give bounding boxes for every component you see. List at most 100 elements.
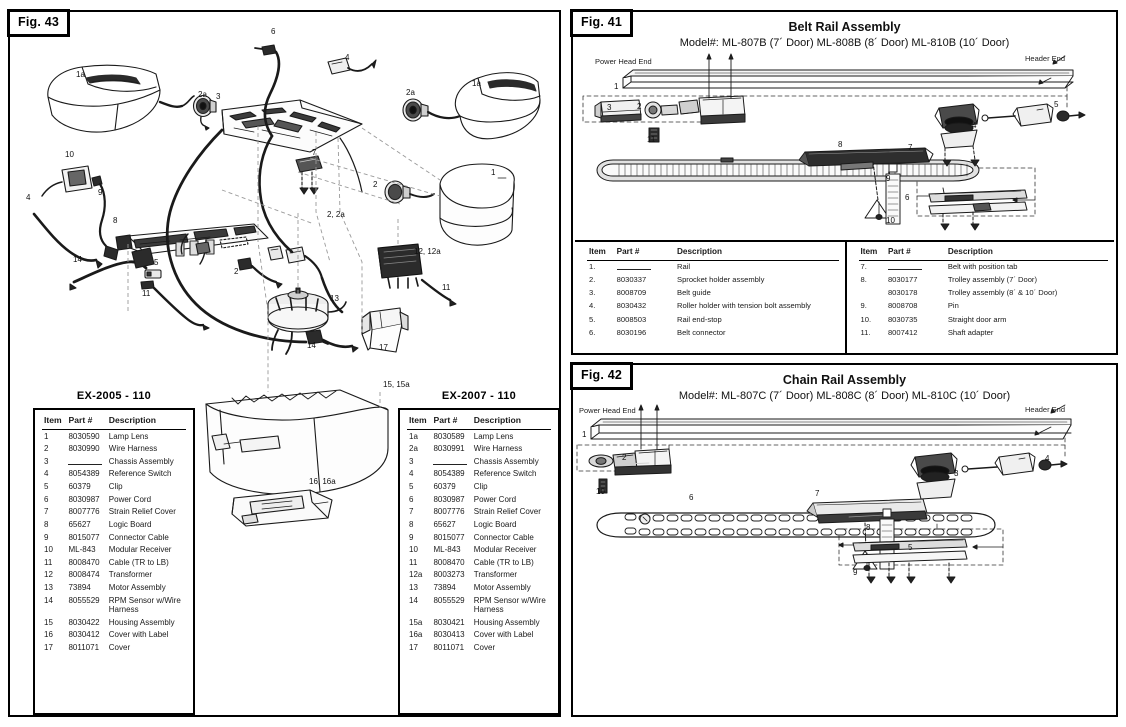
table-row: 5 60379 Clip bbox=[42, 481, 186, 494]
cell-description: Logic Board bbox=[108, 519, 152, 529]
cell-description: Trolley assembly (7´ Door) bbox=[947, 275, 1037, 285]
cell-item: 13 bbox=[409, 583, 418, 593]
cell-part: 8030178 bbox=[887, 288, 918, 298]
part-callout-2: 2 bbox=[373, 180, 378, 189]
cell-description: Lamp Lens bbox=[108, 431, 149, 441]
cell-description: Sprocket holder assembly bbox=[677, 275, 765, 285]
table-row: 11. 8007412 Shaft adapter bbox=[859, 326, 1109, 339]
cell-description: Rail end-stop bbox=[677, 314, 722, 324]
part-callout-10: 10 bbox=[886, 216, 895, 225]
cell-part: 8030987 bbox=[433, 494, 465, 504]
part-callout-16-16a: 16, 16a bbox=[309, 477, 336, 486]
cell-part: 8011071 bbox=[68, 643, 100, 653]
cell-item: 3 bbox=[44, 456, 49, 466]
part-callout-5: 5 bbox=[908, 543, 913, 552]
cell-description: Reference Switch bbox=[473, 469, 537, 479]
cell-description: Chassis Assembly bbox=[108, 456, 174, 466]
cell-item: 16a bbox=[409, 630, 423, 640]
cell-part: 8030987 bbox=[68, 494, 100, 504]
table-row: 1 8030590 Lamp Lens bbox=[42, 430, 186, 443]
cell-item: 2 bbox=[44, 444, 49, 454]
cell-part: 8015077 bbox=[433, 532, 465, 542]
table-row: 12 8008474 Transformer bbox=[42, 569, 186, 582]
cell-part: 8030337 bbox=[616, 275, 647, 285]
cell-description: Motor Assembly bbox=[108, 583, 166, 593]
part-callout-17: 17 bbox=[379, 343, 388, 352]
table-row: 7 8007776 Strain Relief Cover bbox=[42, 506, 186, 519]
part-callout-11: 11 bbox=[647, 135, 656, 144]
no-part-number-dash bbox=[433, 463, 468, 465]
belt-parts-table-left: Item Part # Description 1. Rail 2. 8030337 S… bbox=[575, 242, 845, 353]
ex2007-table-body: 1a 8030589 Lamp Lens 2a 8030991 Wire Harness 3… bbox=[407, 430, 551, 655]
cell-part: 60379 bbox=[433, 482, 456, 492]
cell-description: Connector Cable bbox=[473, 532, 534, 542]
cell-part: ML-843 bbox=[68, 545, 96, 555]
part-callout-6: 6 bbox=[271, 27, 276, 36]
cell-part: 65627 bbox=[433, 519, 456, 529]
cell-part bbox=[431, 455, 471, 468]
cell-part: 8030589 bbox=[433, 431, 465, 441]
table-header-row: Item Part # Description bbox=[858, 244, 1108, 261]
cell-description: Cover bbox=[108, 643, 131, 653]
part-callout-14: 14 bbox=[73, 255, 82, 264]
cell-item: 11 bbox=[409, 557, 418, 567]
cell-item: 4 bbox=[44, 469, 49, 479]
cell-item: 7. bbox=[860, 262, 867, 272]
cell-description: Cable (TR to LB) bbox=[108, 557, 169, 567]
cell-description: Belt with position tab bbox=[947, 262, 1018, 272]
cell-item: 4. bbox=[589, 301, 596, 311]
part-callout-11: 11 bbox=[442, 283, 451, 292]
part-callout-15-15a: 15, 15a bbox=[383, 380, 410, 389]
cell-item: 14 bbox=[44, 595, 53, 605]
cell-description: Connector Cable bbox=[108, 532, 169, 542]
cell-part: 8030422 bbox=[68, 617, 100, 627]
table-header-row: Item Part # Description bbox=[42, 412, 186, 430]
table-row: 6 8030987 Power Cord bbox=[407, 493, 551, 506]
cell-item: 10. bbox=[860, 314, 872, 324]
part-callout-8: 8 bbox=[838, 140, 843, 149]
cell-description: Chassis Assembly bbox=[473, 456, 539, 466]
col-desc: Description bbox=[471, 412, 551, 430]
cell-description: Cover with Label bbox=[108, 630, 169, 640]
part-callout-4: 4 bbox=[972, 121, 977, 130]
part-callout-9: 9 bbox=[886, 174, 891, 183]
cell-description: Motor Assembly bbox=[473, 583, 531, 593]
table-row: 8 65627 Logic Board bbox=[407, 518, 551, 531]
cell-item: 2. bbox=[589, 275, 596, 285]
cell-item: 9. bbox=[860, 301, 867, 311]
cell-item: 12 bbox=[44, 570, 53, 580]
cell-part: 8054389 bbox=[433, 469, 465, 479]
figure-43-panel: Fig. 43 1a 6 2a 3 4 2a 1a 7 1 2 10 9 4 8 2, 2a 14 5 2 11 12… bbox=[7, 9, 561, 717]
part-callout-10: 10 bbox=[65, 150, 74, 159]
table-row: 5. 8008503 Rail end-stop bbox=[587, 313, 839, 326]
cell-item: 8. bbox=[860, 275, 867, 285]
no-part-number-dash bbox=[616, 269, 651, 271]
part-callout-8: 8 bbox=[113, 216, 118, 225]
table-row: 9 8015077 Connector Cable bbox=[407, 531, 551, 544]
part-callout-7: 7 bbox=[312, 148, 317, 157]
cell-part: 8030196 bbox=[616, 327, 647, 337]
table-row: 2a 8030991 Wire Harness bbox=[407, 443, 551, 456]
cell-description: Trolley assembly (8´ & 10´ Door) bbox=[947, 288, 1058, 298]
table-row: 10 ML-843 Modular Receiver bbox=[42, 544, 186, 557]
no-part-number-dash bbox=[887, 269, 922, 271]
table-row: 8030178 Trolley assembly (8´ & 10´ Door) bbox=[859, 287, 1109, 300]
col-part: Part # bbox=[431, 412, 472, 430]
cell-part bbox=[66, 455, 106, 468]
table-row: 1. Rail bbox=[587, 261, 839, 275]
part-callout-5: 5 bbox=[154, 258, 159, 267]
part-callout-2a: 2a bbox=[198, 90, 207, 99]
part-callout-4: 4 bbox=[26, 193, 31, 202]
part-callout-4: 4 bbox=[345, 53, 350, 62]
part-callout-2a: 2a bbox=[406, 88, 415, 97]
part-callout-12-12a: 12, 12a bbox=[414, 247, 441, 256]
part-callout-3: 3 bbox=[954, 469, 959, 478]
cell-item: 10 bbox=[409, 545, 418, 555]
table-row: 16 8030412 Cover with Label bbox=[42, 629, 186, 642]
cell-description: Straight door arm bbox=[947, 314, 1007, 324]
cell-item: 1 bbox=[44, 431, 49, 441]
belt-left-body: 1. Rail 2. 8030337 Sprocket holder assembly 3… bbox=[587, 261, 839, 340]
table-row: 11 8008470 Cable (TR to LB) bbox=[42, 556, 186, 569]
cell-description: Clip bbox=[108, 482, 123, 492]
cell-item: 5 bbox=[44, 482, 49, 492]
